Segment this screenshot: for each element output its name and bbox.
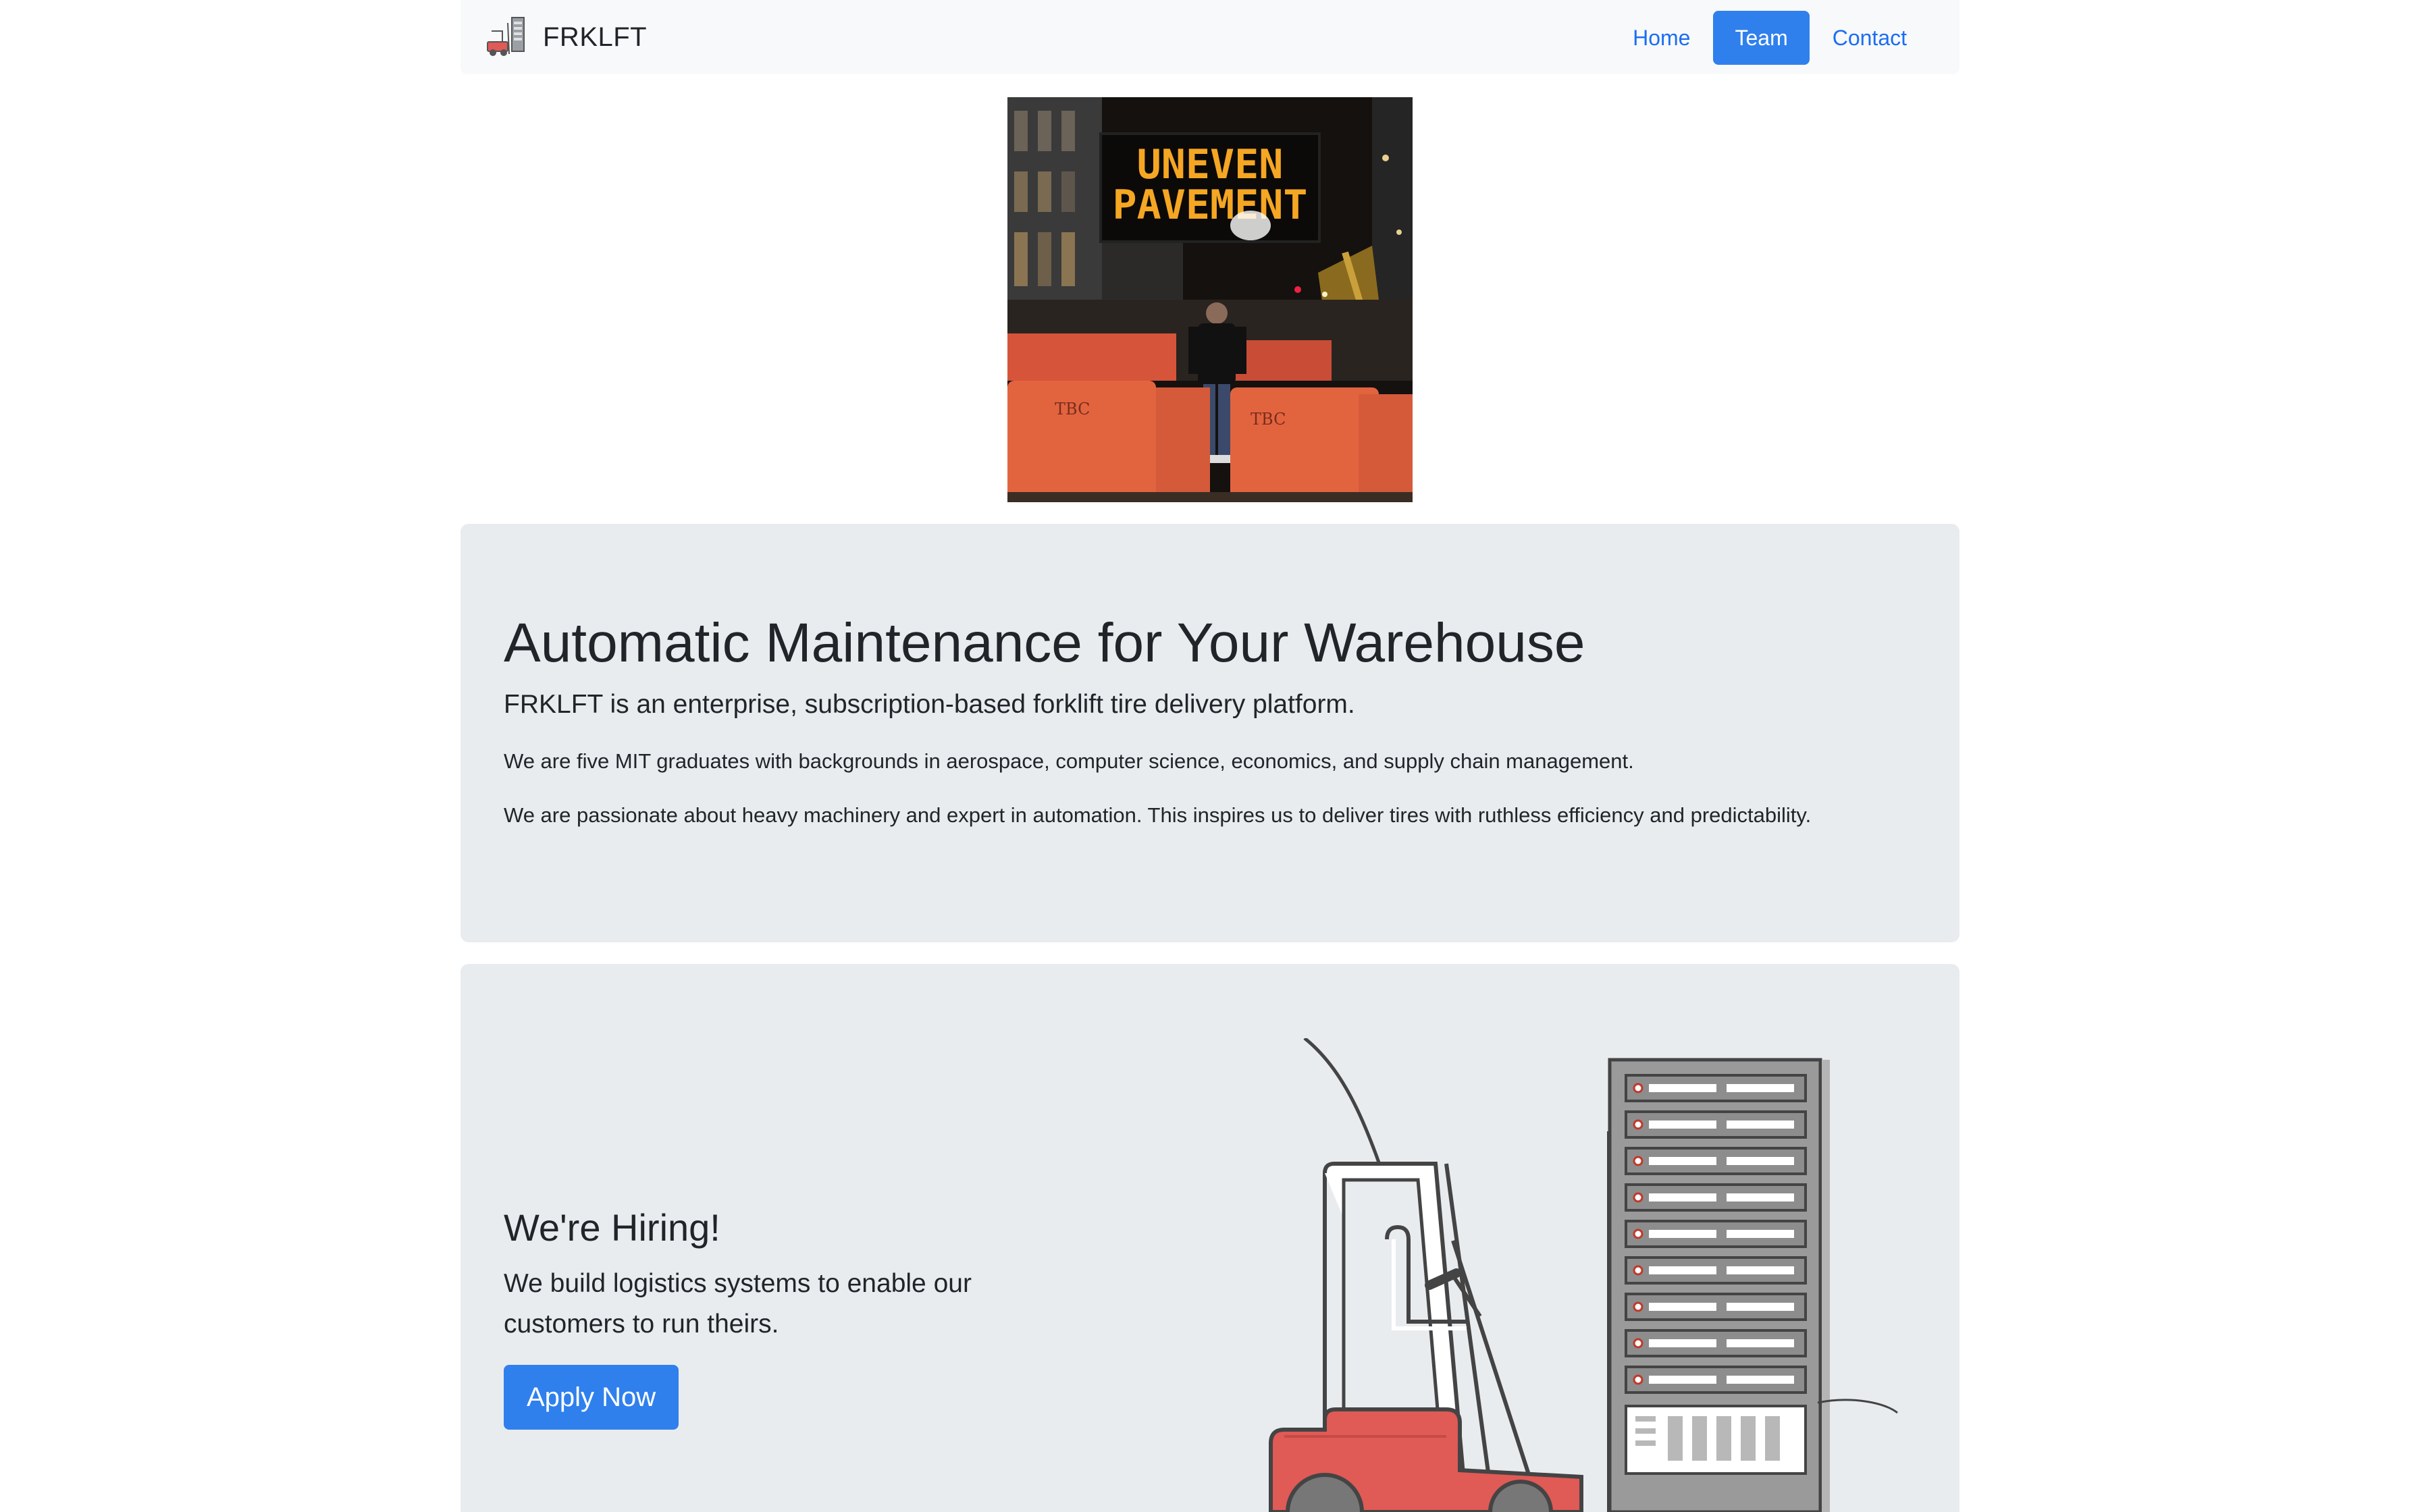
nav-contact[interactable]: Contact: [1811, 11, 1928, 65]
team-photo-image: UNEVEN PAVEMENT TBC TBC: [1007, 97, 1413, 502]
nav-home[interactable]: Home: [1611, 11, 1712, 65]
hero-lead: FRKLFT is an enterprise, subscription-ba…: [504, 690, 1355, 719]
hiring-lead: We build logistics systems to enable our…: [504, 1269, 972, 1339]
nav-team[interactable]: Team: [1713, 11, 1810, 65]
hero-title: Automatic Maintenance for Your Warehouse: [504, 612, 1585, 674]
page: FRKLFT Home Team Contact UNEVEN PAVEMENT…: [0, 0, 2420, 1512]
forklift-server-illustration: [1269, 1038, 1898, 1512]
hero-paragraph-1: We are five MIT graduates with backgroun…: [504, 749, 1634, 773]
forklift-logo-icon: [487, 17, 525, 56]
navbar: FRKLFT Home Team Contact: [461, 0, 1959, 74]
hero-section: Automatic Maintenance for Your Warehouse…: [461, 524, 1959, 942]
barrier-text-right: TBC: [1251, 410, 1286, 429]
barrier-text-left: TBC: [1055, 400, 1090, 418]
nav-links: Home Team Contact: [1610, 11, 1928, 65]
hero-paragraph-2: We are passionate about heavy machinery …: [504, 803, 1812, 827]
brand[interactable]: FRKLFT: [485, 16, 647, 58]
hiring-title: We're Hiring!: [504, 1206, 720, 1249]
sign-line-2: PAVEMENT: [1113, 182, 1308, 229]
team-photo: UNEVEN PAVEMENT TBC TBC: [1007, 97, 1413, 502]
brand-name: FRKLFT: [543, 22, 648, 52]
apply-now-button[interactable]: Apply Now: [504, 1365, 679, 1430]
hiring-section: We're Hiring! We build logistics systems…: [461, 964, 1959, 1512]
